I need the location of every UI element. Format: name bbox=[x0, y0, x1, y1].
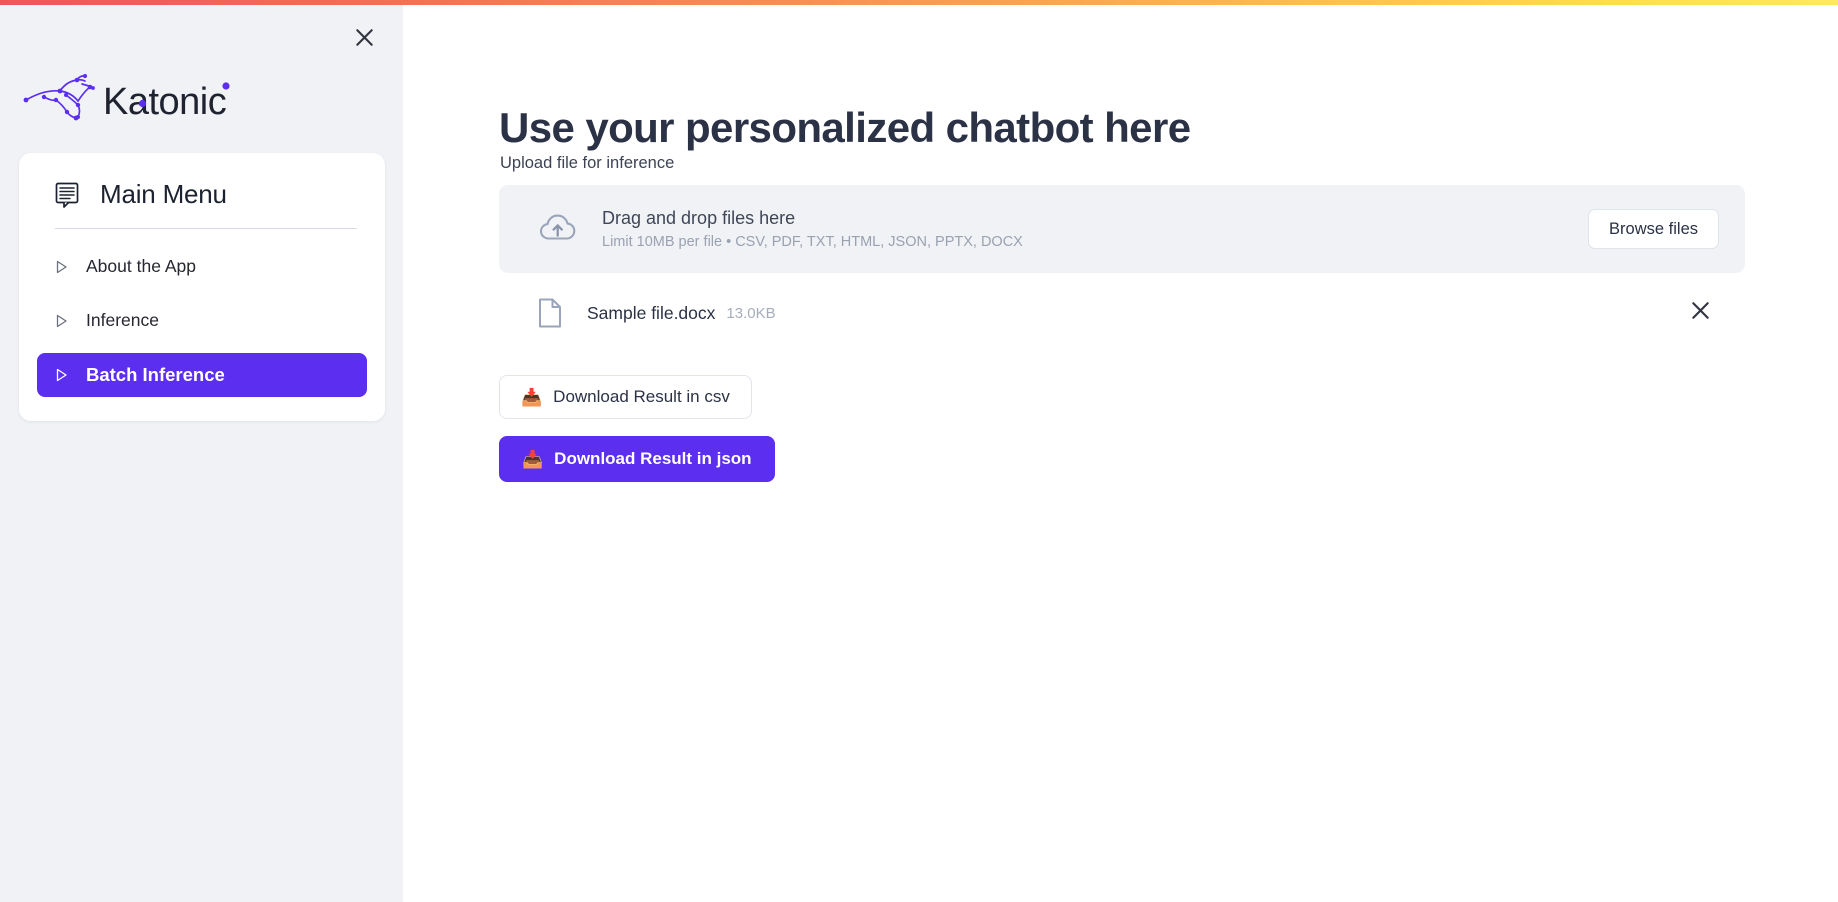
sidebar-item-batch-inference[interactable]: Batch Inference bbox=[37, 353, 367, 397]
menu-board-icon bbox=[52, 180, 82, 210]
main-menu-card: Main Menu About the App Inference Batch … bbox=[19, 153, 385, 421]
upload-field-label: Upload file for inference bbox=[500, 154, 675, 172]
inbox-tray-icon: 📥 bbox=[521, 387, 543, 407]
close-icon bbox=[1691, 301, 1710, 325]
main-menu-item-list: About the App Inference Batch Inference bbox=[19, 229, 385, 397]
svg-text:Katonic: Katonic bbox=[103, 81, 226, 123]
sidebar-item-label: About the App bbox=[86, 256, 196, 276]
download-result-json-button[interactable]: 📥 Download Result in json bbox=[499, 436, 775, 482]
file-dropzone[interactable]: Drag and drop files here Limit 10MB per … bbox=[499, 185, 1745, 273]
remove-file-button[interactable] bbox=[1683, 296, 1717, 330]
dropzone-limits: Limit 10MB per file • CSV, PDF, TXT, HTM… bbox=[602, 234, 1023, 250]
inbox-tray-icon: 📥 bbox=[522, 449, 544, 469]
sidebar-item-label: Batch Inference bbox=[86, 364, 225, 385]
page-title: Use your personalized chatbot here bbox=[499, 104, 1191, 152]
dropzone-texts: Drag and drop files here Limit 10MB per … bbox=[602, 208, 1588, 250]
triangle-right-icon bbox=[55, 368, 68, 382]
main-content: Use your personalized chatbot here Uploa… bbox=[403, 5, 1838, 902]
sidebar-item-inference[interactable]: Inference bbox=[37, 299, 367, 342]
close-icon bbox=[355, 28, 374, 47]
sidebar: Katonic Main Menu About the App Inferenc… bbox=[0, 5, 403, 902]
triangle-right-icon bbox=[55, 314, 68, 328]
main-menu-title: Main Menu bbox=[100, 179, 227, 209]
uploaded-file-row: Sample file.docx 13.0KB bbox=[499, 287, 1745, 339]
download-json-label: Download Result in json bbox=[554, 449, 752, 468]
dropzone-title: Drag and drop files here bbox=[602, 208, 796, 228]
download-result-csv-button[interactable]: 📥 Download Result in csv bbox=[499, 375, 752, 419]
file-document-icon bbox=[537, 298, 563, 328]
sidebar-item-about-the-app[interactable]: About the App bbox=[37, 245, 367, 288]
main-menu-header: Main Menu bbox=[19, 171, 385, 228]
top-gradient-bar bbox=[0, 0, 1838, 5]
katonic-logo: Katonic bbox=[20, 74, 270, 126]
sidebar-close-button[interactable] bbox=[347, 20, 381, 54]
cloud-upload-icon bbox=[537, 208, 579, 250]
sidebar-item-label: Inference bbox=[86, 310, 159, 330]
browse-files-button[interactable]: Browse files bbox=[1588, 208, 1719, 250]
uploaded-file-size: 13.0KB bbox=[726, 304, 776, 322]
uploaded-file-name: Sample file.docx bbox=[587, 302, 716, 323]
download-csv-label: Download Result in csv bbox=[553, 387, 730, 406]
triangle-right-icon bbox=[55, 260, 68, 274]
